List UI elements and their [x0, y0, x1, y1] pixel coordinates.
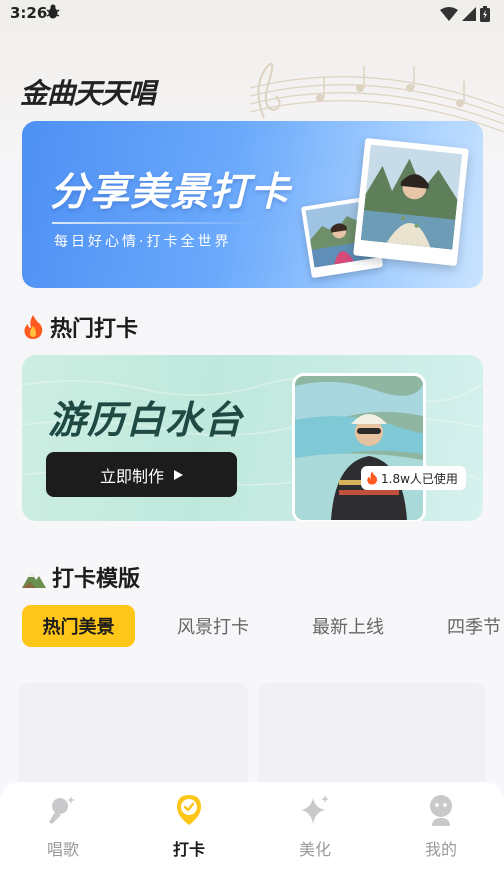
mountain-icon — [22, 572, 46, 588]
hot-section-title: 热门打卡 — [50, 317, 139, 342]
fire-small-icon — [367, 471, 378, 485]
hot-checkin-card[interactable]: 游历白水台 立即制作 1.8w人已使用 — [22, 355, 483, 521]
template-section-heading: 打卡模版 — [22, 561, 140, 593]
status-time: 3:26 — [10, 4, 48, 22]
hero-photo-large — [353, 137, 469, 267]
battery-icon — [480, 6, 490, 22]
template-section-title: 打卡模版 — [52, 567, 141, 592]
play-arrow-icon — [174, 469, 183, 480]
signal-icon — [462, 7, 476, 21]
hero-subtitle: 每日好心情·打卡全世界 — [54, 234, 232, 250]
nav-item-sing[interactable]: 唱歌 — [23, 794, 103, 860]
nav-item-beautify[interactable]: 美化 — [275, 794, 355, 860]
hot-section-heading: 热门打卡 — [22, 311, 138, 343]
hot-card-title: 游历白水台 — [48, 398, 244, 442]
microphone-icon — [49, 796, 75, 824]
profile-icon — [430, 795, 452, 826]
nav-label-sing: 唱歌 — [46, 840, 79, 859]
nav-item-checkin[interactable]: 打卡 — [149, 794, 229, 860]
location-check-icon — [177, 795, 201, 825]
fire-icon — [24, 315, 43, 339]
tab-hot-scenery[interactable]: 热门美景 — [22, 605, 135, 647]
status-icons — [440, 6, 490, 22]
bug-icon — [46, 4, 60, 24]
nav-label-checkin: 打卡 — [172, 840, 205, 859]
wifi-icon — [440, 7, 458, 21]
nav-item-mine[interactable]: 我的 — [401, 794, 481, 860]
template-placeholder-card — [258, 683, 486, 793]
tab-seasons[interactable]: 四季节 — [447, 605, 501, 647]
hero-banner[interactable]: 分享美景打卡 每日好心情·打卡全世界 — [22, 121, 483, 288]
tab-new-online[interactable]: 最新上线 — [312, 605, 384, 647]
status-bar: 3:26 — [0, 0, 504, 30]
hero-divider — [52, 222, 262, 224]
hot-card-photo — [292, 373, 426, 521]
tab-scenery-checkin[interactable]: 风景打卡 — [177, 605, 249, 647]
make-now-label: 立即制作 — [99, 466, 164, 486]
nav-label-mine: 我的 — [424, 840, 457, 859]
bottom-navigation: 唱歌 打卡 美化 我的 — [0, 782, 504, 896]
template-placeholder-card — [18, 683, 248, 793]
usage-count: 1.8w人已使用 — [381, 471, 458, 486]
nav-label-beautify: 美化 — [298, 840, 331, 859]
usage-badge: 1.8w人已使用 — [361, 466, 466, 490]
sparkle-icon — [301, 795, 329, 824]
make-now-button[interactable]: 立即制作 — [46, 452, 237, 497]
app-title: 金曲天天唱 — [20, 77, 156, 110]
hero-title: 分享美景打卡 — [50, 170, 291, 215]
